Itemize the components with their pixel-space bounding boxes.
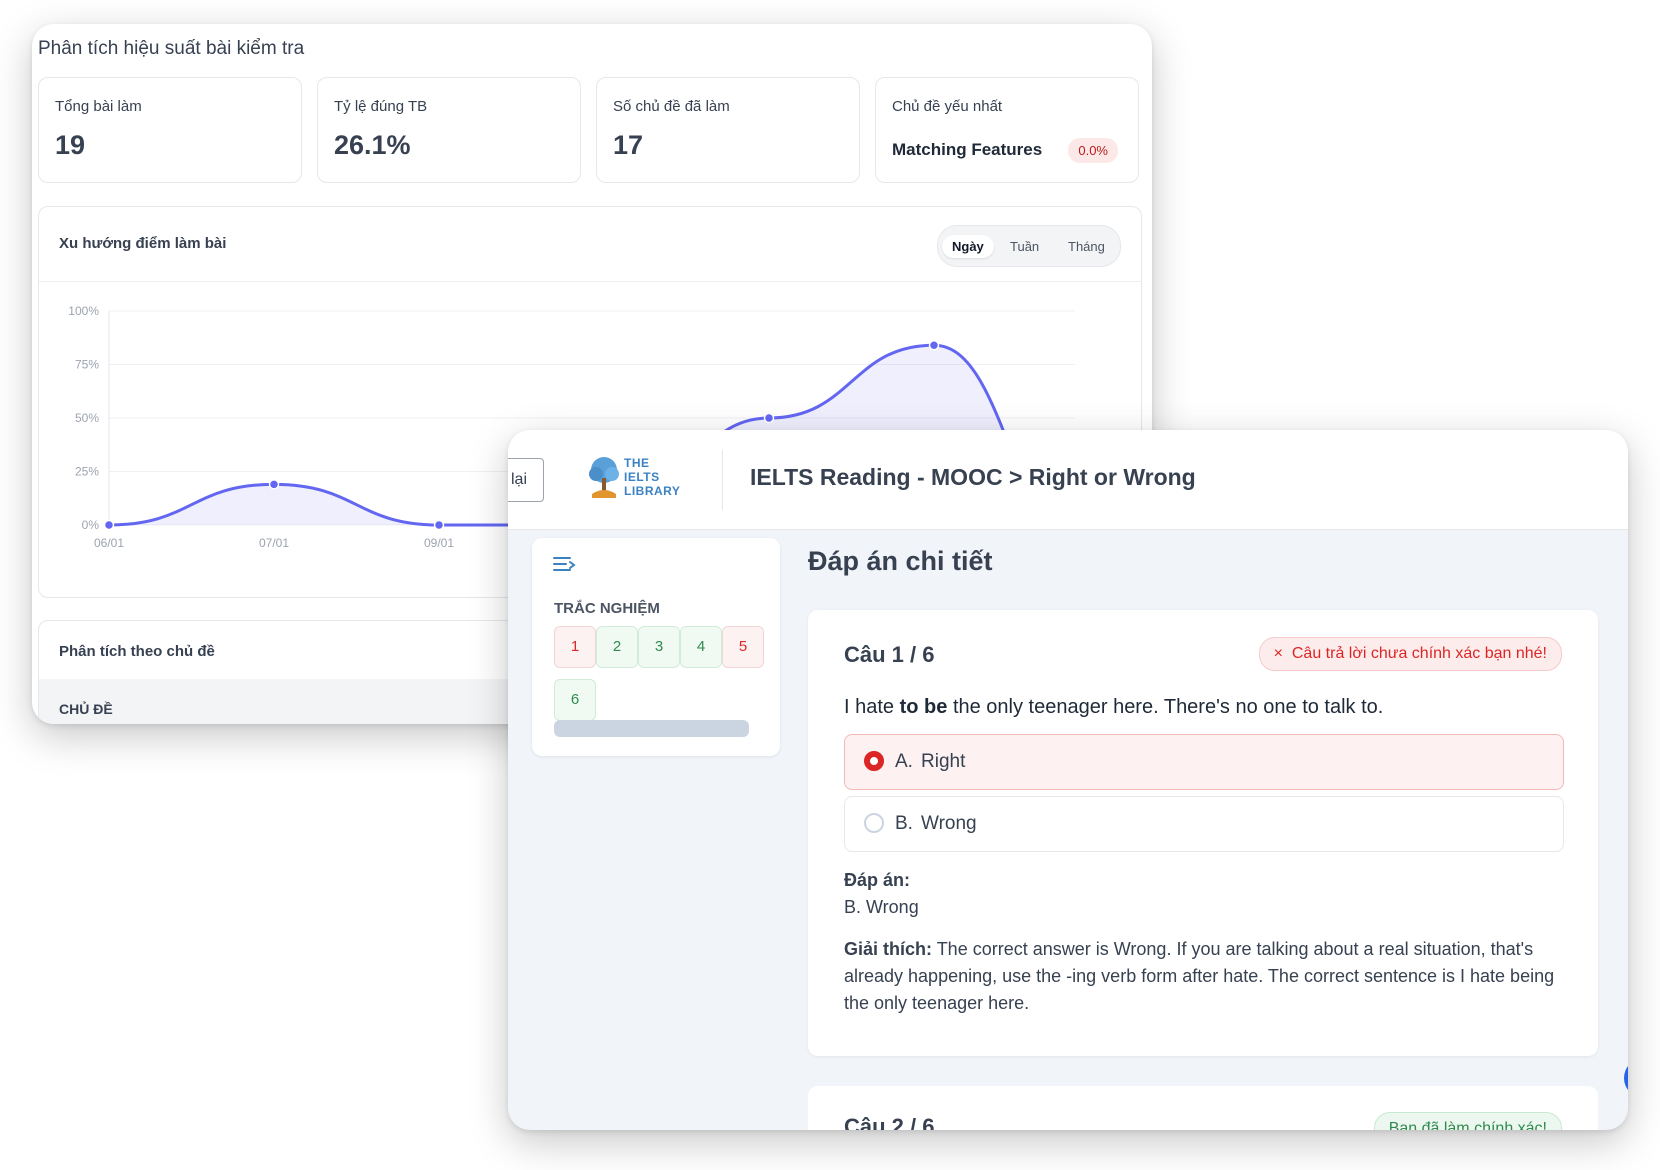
- close-icon: ×: [1273, 645, 1283, 662]
- question-button-3[interactable]: 3: [638, 626, 680, 668]
- section-heading: Đáp án chi tiết: [808, 546, 993, 576]
- stat-card-total: Tổng bài làm 19: [38, 77, 302, 183]
- option-letter: A.: [895, 751, 913, 772]
- option-b[interactable]: B. Wrong: [844, 796, 1564, 852]
- stat-card-weakest: Chủ đề yếu nhất Matching Features 0.0%: [875, 77, 1139, 183]
- weakest-topic: Matching Features: [892, 140, 1043, 159]
- y-tick-label: 0%: [82, 518, 100, 532]
- question-text: I hate to be the only teenager here. The…: [844, 696, 1384, 718]
- breadcrumb: IELTS Reading - MOOC > Right or Wrong: [750, 464, 1196, 490]
- option-text: Wrong: [921, 813, 977, 834]
- weakest-badge: 0.0%: [1068, 138, 1118, 163]
- stat-label: Tỷ lệ đúng TB: [334, 98, 428, 115]
- explanation: Giải thích: The correct answer is Wrong.…: [844, 939, 1555, 1013]
- chat-button[interactable]: [1624, 1058, 1628, 1098]
- page-title: Phân tích hiệu suất bài kiểm tra: [38, 38, 305, 59]
- stat-label: Số chủ đề đã làm: [613, 98, 730, 115]
- answer-value: B. Wrong: [844, 897, 919, 917]
- stat-card-topics: Số chủ đề đã làm 17: [596, 77, 860, 183]
- column-topic: CHỦ ĐỀ: [59, 701, 113, 717]
- question-number: Câu 1 / 6: [844, 642, 935, 667]
- topic-title: Phân tích theo chủ đề: [59, 643, 215, 660]
- y-tick-label: 75%: [75, 358, 99, 372]
- option-letter: B.: [895, 813, 913, 834]
- question-nav: TRẮC NGHIỆM 1 2 3 4 5 6: [532, 538, 780, 756]
- stat-value: 17: [613, 130, 644, 160]
- data-point: [433, 519, 445, 531]
- menu-icon[interactable]: [552, 554, 576, 574]
- stat-label: Chủ đề yếu nhất: [892, 98, 1003, 115]
- data-point: [928, 339, 940, 351]
- data-point: [103, 519, 115, 531]
- trend-title: Xu hướng điểm làm bài: [59, 235, 227, 252]
- question-number: Câu 2 / 6: [844, 1114, 935, 1130]
- period-toggle: Ngày Tuần Tháng: [937, 225, 1121, 267]
- period-week[interactable]: Tuần: [1000, 235, 1049, 258]
- ielts-library-logo[interactable]: THE IELTS LIBRARY: [586, 456, 686, 504]
- section-label: TRẮC NGHIỆM: [554, 600, 660, 617]
- logo-text: THE IELTS LIBRARY: [624, 456, 681, 498]
- radio-selected-icon: [864, 751, 884, 771]
- y-tick-label: 25%: [75, 465, 99, 479]
- stat-card-accuracy: Tỷ lệ đúng TB 26.1%: [317, 77, 581, 183]
- radio-empty-icon: [864, 813, 884, 833]
- top-bar: lại THE IELTS LIBRARY IELTS Reading - MO…: [508, 430, 1628, 530]
- question-card-2: Câu 2 / 6 Bạn đã làm chính xác!: [808, 1086, 1598, 1130]
- question-button-4[interactable]: 4: [680, 626, 722, 668]
- back-button[interactable]: lại: [508, 458, 544, 502]
- answer-label: Đáp án:: [844, 870, 911, 890]
- y-tick-label: 50%: [75, 411, 99, 425]
- stat-value: 19: [55, 130, 86, 160]
- divider: [722, 450, 723, 510]
- question-button-5[interactable]: 5: [722, 626, 764, 668]
- question-button-6[interactable]: 6: [554, 679, 596, 721]
- x-tick-label: 07/01: [259, 536, 289, 550]
- question-button-1[interactable]: 1: [554, 626, 596, 668]
- question-button-2[interactable]: 2: [596, 626, 638, 668]
- status-badge-correct: Bạn đã làm chính xác!: [1373, 1112, 1562, 1130]
- status-text: Câu trả lời chưa chính xác bạn nhé!: [1291, 645, 1547, 662]
- period-day[interactable]: Ngày: [942, 235, 994, 258]
- x-tick-label: 09/01: [424, 536, 454, 550]
- back-label: lại: [510, 471, 527, 488]
- y-tick-label: 100%: [68, 304, 99, 318]
- option-text: Right: [921, 751, 966, 772]
- data-point: [268, 479, 280, 490]
- option-a[interactable]: A. Right: [844, 734, 1564, 790]
- x-tick-label: 06/01: [94, 536, 124, 550]
- trend-header: Xu hướng điểm làm bài Ngày Tuần Tháng: [39, 207, 1141, 282]
- stat-value: 26.1%: [334, 130, 411, 160]
- stat-label: Tổng bài làm: [55, 98, 142, 115]
- status-badge-wrong: × Câu trả lời chưa chính xác bạn nhé!: [1258, 637, 1562, 671]
- data-point: [763, 412, 775, 424]
- question-card-1: Câu 1 / 6 × Câu trả lời chưa chính xác b…: [808, 610, 1598, 1056]
- tree-icon: [589, 457, 619, 498]
- horizontal-scrollbar[interactable]: [554, 720, 749, 737]
- period-month[interactable]: Tháng: [1058, 235, 1115, 258]
- review-window: lại THE IELTS LIBRARY IELTS Reading - MO…: [508, 430, 1628, 1130]
